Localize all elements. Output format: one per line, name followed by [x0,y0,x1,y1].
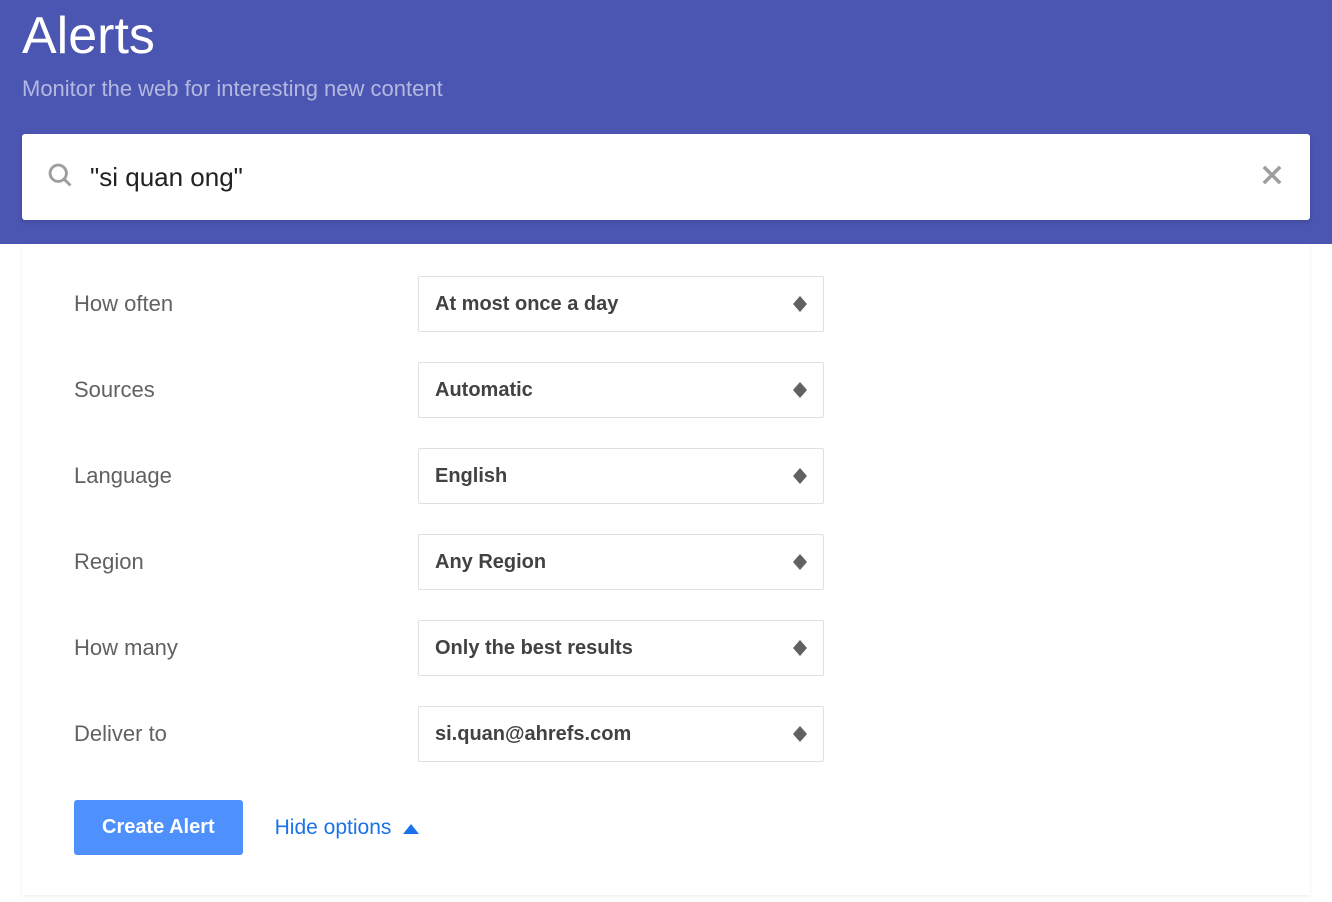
form-label: How many [74,635,418,661]
form-label: How often [74,291,418,317]
select-value: English [435,465,507,488]
select-value: Only the best results [435,637,633,660]
alert-form-panel: How often At most once a day Sources Aut… [22,244,1310,895]
form-label: Region [74,549,418,575]
form-row-language: Language English [74,448,1258,504]
header-banner: Alerts Monitor the web for interesting n… [0,0,1332,244]
form-row-deliver-to: Deliver to si.quan@ahrefs.com [74,706,1258,762]
form-label: Deliver to [74,721,418,747]
close-icon[interactable] [1258,161,1286,194]
hide-options-label: Hide options [275,816,392,840]
form-row-how-many: How many Only the best results [74,620,1258,676]
actions-row: Create Alert Hide options [74,800,1258,855]
search-container [22,134,1310,220]
select-value: At most once a day [435,293,618,316]
deliver-to-select[interactable]: si.quan@ahrefs.com [418,706,824,762]
search-icon [46,161,74,194]
updown-icon [793,640,807,656]
content-wrapper: How often At most once a day Sources Aut… [0,244,1332,895]
select-value: si.quan@ahrefs.com [435,723,631,746]
how-often-select[interactable]: At most once a day [418,276,824,332]
chevron-up-icon [403,816,419,840]
region-select[interactable]: Any Region [418,534,824,590]
language-select[interactable]: English [418,448,824,504]
search-input[interactable] [90,162,1258,193]
form-row-region: Region Any Region [74,534,1258,590]
select-value: Any Region [435,551,546,574]
form-row-how-often: How often At most once a day [74,276,1258,332]
form-label: Language [74,463,418,489]
page-title: Alerts [22,6,1310,66]
sources-select[interactable]: Automatic [418,362,824,418]
select-value: Automatic [435,379,533,402]
updown-icon [793,554,807,570]
updown-icon [793,296,807,312]
hide-options-link[interactable]: Hide options [275,816,420,840]
create-alert-button[interactable]: Create Alert [74,800,243,855]
updown-icon [793,382,807,398]
how-many-select[interactable]: Only the best results [418,620,824,676]
form-row-sources: Sources Automatic [74,362,1258,418]
page-subtitle: Monitor the web for interesting new cont… [22,76,1310,102]
updown-icon [793,468,807,484]
updown-icon [793,726,807,742]
form-label: Sources [74,377,418,403]
